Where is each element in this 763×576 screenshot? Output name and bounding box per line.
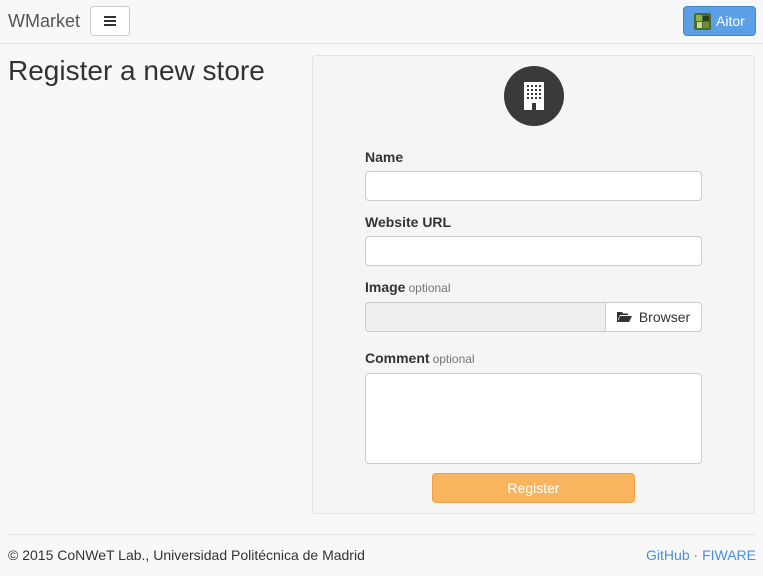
website-url-label: Website URL [365,214,452,230]
store-icon-circle [504,66,564,126]
browse-button[interactable]: Browser [605,302,702,332]
user-name: Aitor [716,13,745,29]
comment-optional-hint: optional [432,352,475,366]
comment-textarea[interactable] [365,373,702,464]
brand-link[interactable]: WMarket [8,11,80,32]
register-store-panel: Name Website URL Image optional Browser C… [312,55,755,514]
image-file-picker: Browser [365,302,702,332]
footer-separator: · [693,547,699,563]
github-link[interactable]: GitHub [646,547,690,563]
hamburger-icon [104,16,116,26]
footer-links: GitHub · FIWARE [646,547,756,563]
top-navbar: WMarket Aitor [0,0,763,44]
footer-copyright: © 2015 CoNWeT Lab., Universidad Politécn… [8,547,365,563]
comment-label: Comment optional [365,350,475,366]
name-input[interactable] [365,171,702,201]
register-button[interactable]: Register [432,473,635,503]
fiware-link[interactable]: FIWARE [702,547,756,563]
name-label: Name [365,149,404,165]
folder-open-icon [616,311,632,322]
image-file-input[interactable] [365,302,606,332]
user-avatar [694,12,711,30]
website-url-input[interactable] [365,236,702,266]
image-label: Image optional [365,279,451,295]
image-optional-hint: optional [408,281,451,295]
building-icon [524,82,544,110]
menu-toggle-button[interactable] [90,6,130,36]
footer-divider [8,534,755,535]
user-menu-button[interactable]: Aitor [683,6,756,36]
page-title: Register a new store [8,55,265,86]
